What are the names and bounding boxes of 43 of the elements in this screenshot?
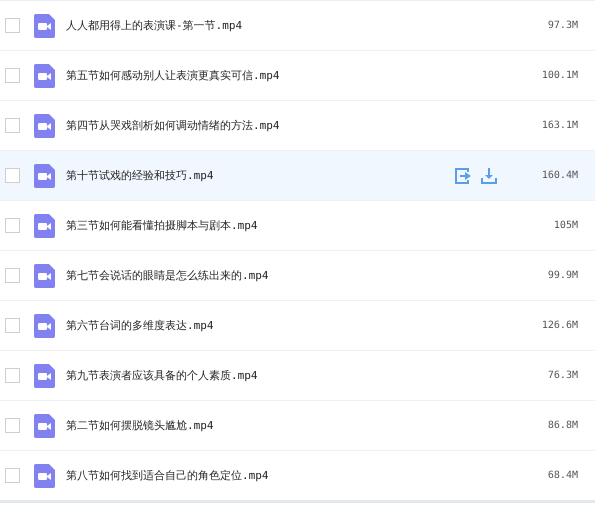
checkbox[interactable] [5,418,20,433]
file-name: 第三节如何能看懂拍摄脚本与剧本.mp4 [66,218,258,233]
video-file-icon [34,214,55,238]
file-size: 99.9M [546,270,578,281]
checkbox[interactable] [5,118,20,133]
video-file-icon [34,64,55,88]
move-icon[interactable] [454,166,472,184]
file-name: 人人都用得上的表演课-第一节.mp4 [66,18,244,33]
checkbox[interactable] [5,218,20,233]
checkbox[interactable] [5,468,20,483]
video-file-icon [34,414,55,438]
checkbox[interactable] [5,18,20,33]
file-size: 97.3M [546,20,578,31]
file-size: 76.3M [546,370,578,381]
file-name: 第二节如何摆脱镜头尴尬.mp4 [66,418,214,433]
file-name: 第四节从哭戏剖析如何调动情绪的方法.mp4 [66,118,280,133]
video-file-icon [34,464,55,488]
file-size: 86.8M [546,420,578,431]
file-size: 100.1M [540,70,578,81]
file-name: 第八节如何找到适合自己的角色定位.mp4 [66,468,270,483]
video-file-icon [34,14,55,38]
file-name: 第十节试戏的经验和技巧.mp4 [66,168,214,183]
video-file-icon [34,314,55,338]
checkbox[interactable] [5,268,20,283]
checkbox[interactable] [5,168,20,183]
file-size: 68.4M [546,470,578,481]
file-size: 160.4M [540,170,578,181]
file-name: 第九节表演者应该具备的个人素质.mp4 [66,368,258,383]
file-name: 第五节如何感动别人让表演更真实可信.mp4 [66,68,280,83]
file-row[interactable]: 第十节试戏的经验和技巧.mp4 160.4M [0,150,595,200]
checkbox[interactable] [5,368,20,383]
file-size: 105M [552,220,578,231]
file-name: 第七节会说话的眼睛是怎么练出来的.mp4 [66,268,270,283]
file-size: 126.6M [540,320,578,331]
checkbox[interactable] [5,68,20,83]
file-size: 163.1M [540,120,578,131]
file-name: 第六节台词的多维度表达.mp4 [66,318,214,333]
video-file-icon [34,164,55,188]
checkbox[interactable] [5,318,20,333]
download-icon[interactable] [480,166,498,184]
video-file-icon [34,364,55,388]
video-file-icon [34,264,55,288]
video-file-icon [34,114,55,138]
